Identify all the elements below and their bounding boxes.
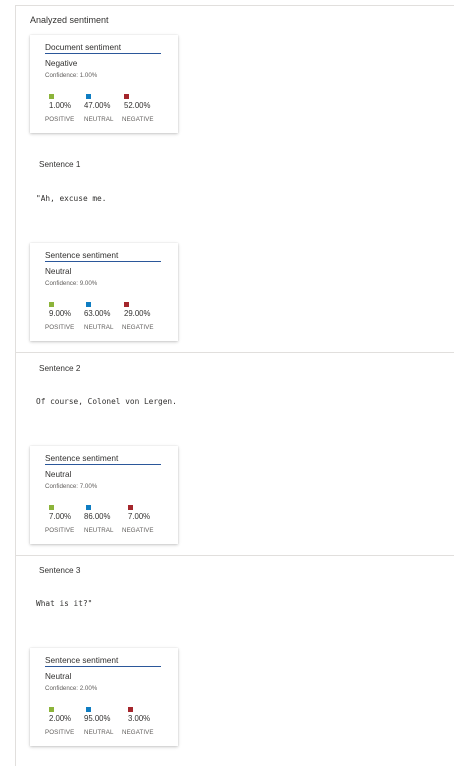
negative-color-swatch bbox=[128, 707, 133, 712]
positive-color-swatch bbox=[49, 707, 54, 712]
positive-label: POSITIVE bbox=[45, 324, 75, 331]
negative-score: 3.00% bbox=[128, 714, 151, 723]
card-heading: Document sentiment bbox=[45, 42, 161, 54]
positive-score: 7.00% bbox=[49, 512, 72, 521]
sentence-sentiment-card: Sentence sentiment Neutral Confidence: 9… bbox=[30, 243, 178, 341]
positive-color-swatch bbox=[49, 302, 54, 307]
negative-label: NEGATIVE bbox=[122, 527, 154, 534]
positive-score: 1.00% bbox=[49, 101, 72, 110]
section-divider bbox=[16, 555, 454, 556]
negative-label: NEGATIVE bbox=[122, 116, 154, 123]
panel-title: Analyzed sentiment bbox=[30, 15, 109, 25]
section-divider bbox=[16, 352, 454, 353]
sentence-sentiment-card: Sentence sentiment Neutral Confidence: 7… bbox=[30, 446, 178, 544]
positive-label: POSITIVE bbox=[45, 116, 75, 123]
neutral-label: NEUTRAL bbox=[84, 729, 114, 736]
sentiment-label: Neutral bbox=[45, 267, 72, 276]
negative-label: NEGATIVE bbox=[122, 729, 154, 736]
positive-score: 2.00% bbox=[49, 714, 72, 723]
negative-score: 52.00% bbox=[124, 101, 151, 110]
confidence-text: Confidence: 7.00% bbox=[45, 483, 98, 490]
positive-color-swatch bbox=[49, 505, 54, 510]
positive-score: 9.00% bbox=[49, 309, 72, 318]
sentence-text: "Ah, excuse me. bbox=[36, 194, 107, 203]
sentence-sentiment-card: Sentence sentiment Neutral Confidence: 2… bbox=[30, 648, 178, 746]
neutral-color-swatch bbox=[86, 505, 91, 510]
negative-color-swatch bbox=[128, 505, 133, 510]
positive-color-swatch bbox=[49, 94, 54, 99]
neutral-label: NEUTRAL bbox=[84, 324, 114, 331]
neutral-color-swatch bbox=[86, 94, 91, 99]
neutral-score: 63.00% bbox=[84, 309, 111, 318]
negative-label: NEGATIVE bbox=[122, 324, 154, 331]
sentence-text: Of course, Colonel von Lergen. bbox=[36, 397, 177, 406]
sentiment-label: Negative bbox=[45, 59, 78, 68]
neutral-label: NEUTRAL bbox=[84, 116, 114, 123]
positive-label: POSITIVE bbox=[45, 729, 75, 736]
confidence-text: Confidence: 1.00% bbox=[45, 72, 98, 79]
negative-color-swatch bbox=[124, 302, 129, 307]
confidence-text: Confidence: 9.00% bbox=[45, 280, 98, 287]
card-heading: Sentence sentiment bbox=[45, 453, 161, 465]
neutral-score: 86.00% bbox=[84, 512, 111, 521]
sentence-text: What is it?" bbox=[36, 599, 93, 608]
confidence-text: Confidence: 2.00% bbox=[45, 685, 98, 692]
negative-color-swatch bbox=[124, 94, 129, 99]
card-heading: Sentence sentiment bbox=[45, 250, 161, 262]
neutral-color-swatch bbox=[86, 707, 91, 712]
sentence-title: Sentence 3 bbox=[39, 566, 81, 575]
card-heading: Sentence sentiment bbox=[45, 655, 161, 667]
document-sentiment-card: Document sentiment Negative Confidence: … bbox=[30, 35, 178, 133]
neutral-color-swatch bbox=[86, 302, 91, 307]
positive-label: POSITIVE bbox=[45, 527, 75, 534]
neutral-label: NEUTRAL bbox=[84, 527, 114, 534]
negative-score: 7.00% bbox=[128, 512, 151, 521]
neutral-score: 47.00% bbox=[84, 101, 111, 110]
sentence-title: Sentence 1 bbox=[39, 160, 81, 169]
sentence-title: Sentence 2 bbox=[39, 364, 81, 373]
sentiment-label: Neutral bbox=[45, 470, 72, 479]
neutral-score: 95.00% bbox=[84, 714, 111, 723]
negative-score: 29.00% bbox=[124, 309, 151, 318]
sentiment-label: Neutral bbox=[45, 672, 72, 681]
